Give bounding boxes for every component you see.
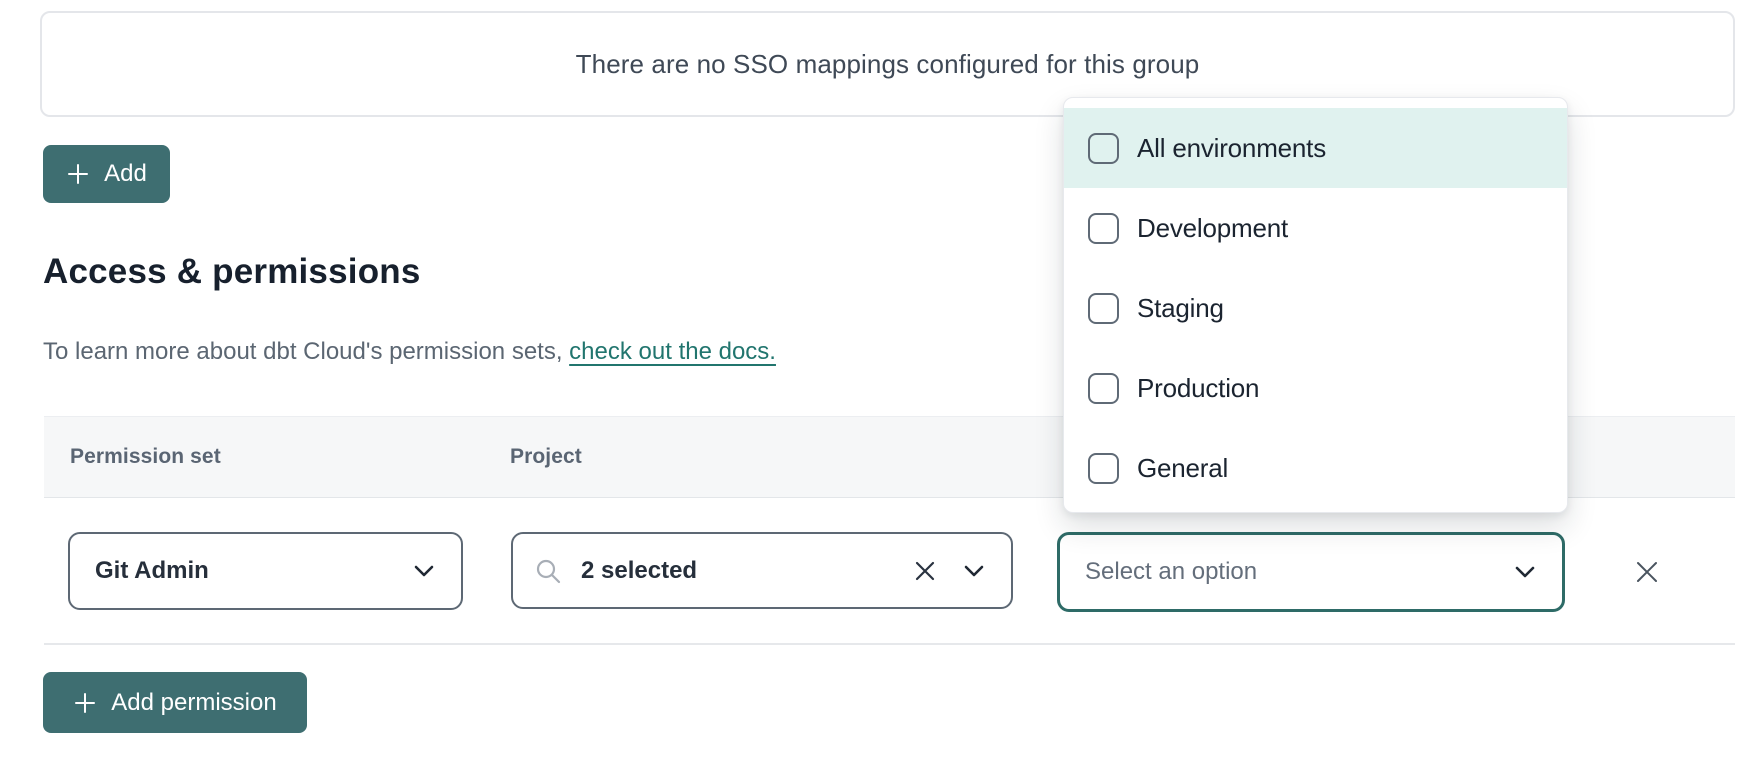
column-header-permission-set: Permission set (70, 445, 221, 469)
chevron-down-icon (413, 564, 435, 578)
add-permission-label: Add permission (111, 689, 276, 717)
environment-select[interactable]: Select an option (1057, 532, 1565, 612)
project-selected-count: 2 selected (581, 557, 697, 585)
chevron-down-icon (1514, 565, 1536, 579)
environment-placeholder: Select an option (1085, 558, 1257, 586)
section-title: Access & permissions (43, 252, 421, 292)
plus-icon (73, 691, 97, 715)
row-divider (44, 643, 1735, 645)
project-multiselect[interactable]: 2 selected (511, 532, 1013, 609)
remove-permission-row-button[interactable] (1633, 558, 1661, 586)
dropdown-option-all-environments[interactable]: All environments (1064, 108, 1567, 188)
permission-set-select[interactable]: Git Admin (68, 532, 463, 610)
option-label: Development (1137, 213, 1288, 244)
checkbox[interactable] (1088, 373, 1119, 404)
section-description: To learn more about dbt Cloud's permissi… (43, 338, 776, 366)
search-icon (535, 558, 561, 584)
checkbox[interactable] (1088, 133, 1119, 164)
checkbox[interactable] (1088, 293, 1119, 324)
checkbox[interactable] (1088, 213, 1119, 244)
option-label: Production (1137, 373, 1259, 404)
add-button-label: Add (104, 160, 147, 188)
plus-icon (66, 162, 90, 186)
dropdown-option-staging[interactable]: Staging (1064, 268, 1567, 348)
add-permission-button[interactable]: Add permission (43, 672, 307, 733)
permission-set-value: Git Admin (95, 557, 209, 585)
dropdown-option-production[interactable]: Production (1064, 348, 1567, 428)
dropdown-option-general[interactable]: General (1064, 428, 1567, 508)
close-icon (1633, 558, 1661, 586)
add-sso-mapping-button[interactable]: Add (43, 145, 170, 203)
chevron-down-icon (963, 564, 985, 578)
option-label: General (1137, 453, 1228, 484)
docs-link[interactable]: check out the docs. (569, 338, 776, 365)
option-label: All environments (1137, 133, 1326, 164)
dropdown-option-development[interactable]: Development (1064, 188, 1567, 268)
column-header-project: Project (510, 445, 582, 469)
checkbox[interactable] (1088, 453, 1119, 484)
environment-dropdown-menu: All environments Development Staging Pro… (1063, 97, 1568, 513)
sso-empty-message: There are no SSO mappings configured for… (576, 49, 1200, 80)
option-label: Staging (1137, 293, 1224, 324)
group-settings-page: There are no SSO mappings configured for… (0, 0, 1744, 772)
clear-selection-icon[interactable] (913, 559, 937, 583)
description-text: To learn more about dbt Cloud's permissi… (43, 338, 569, 365)
